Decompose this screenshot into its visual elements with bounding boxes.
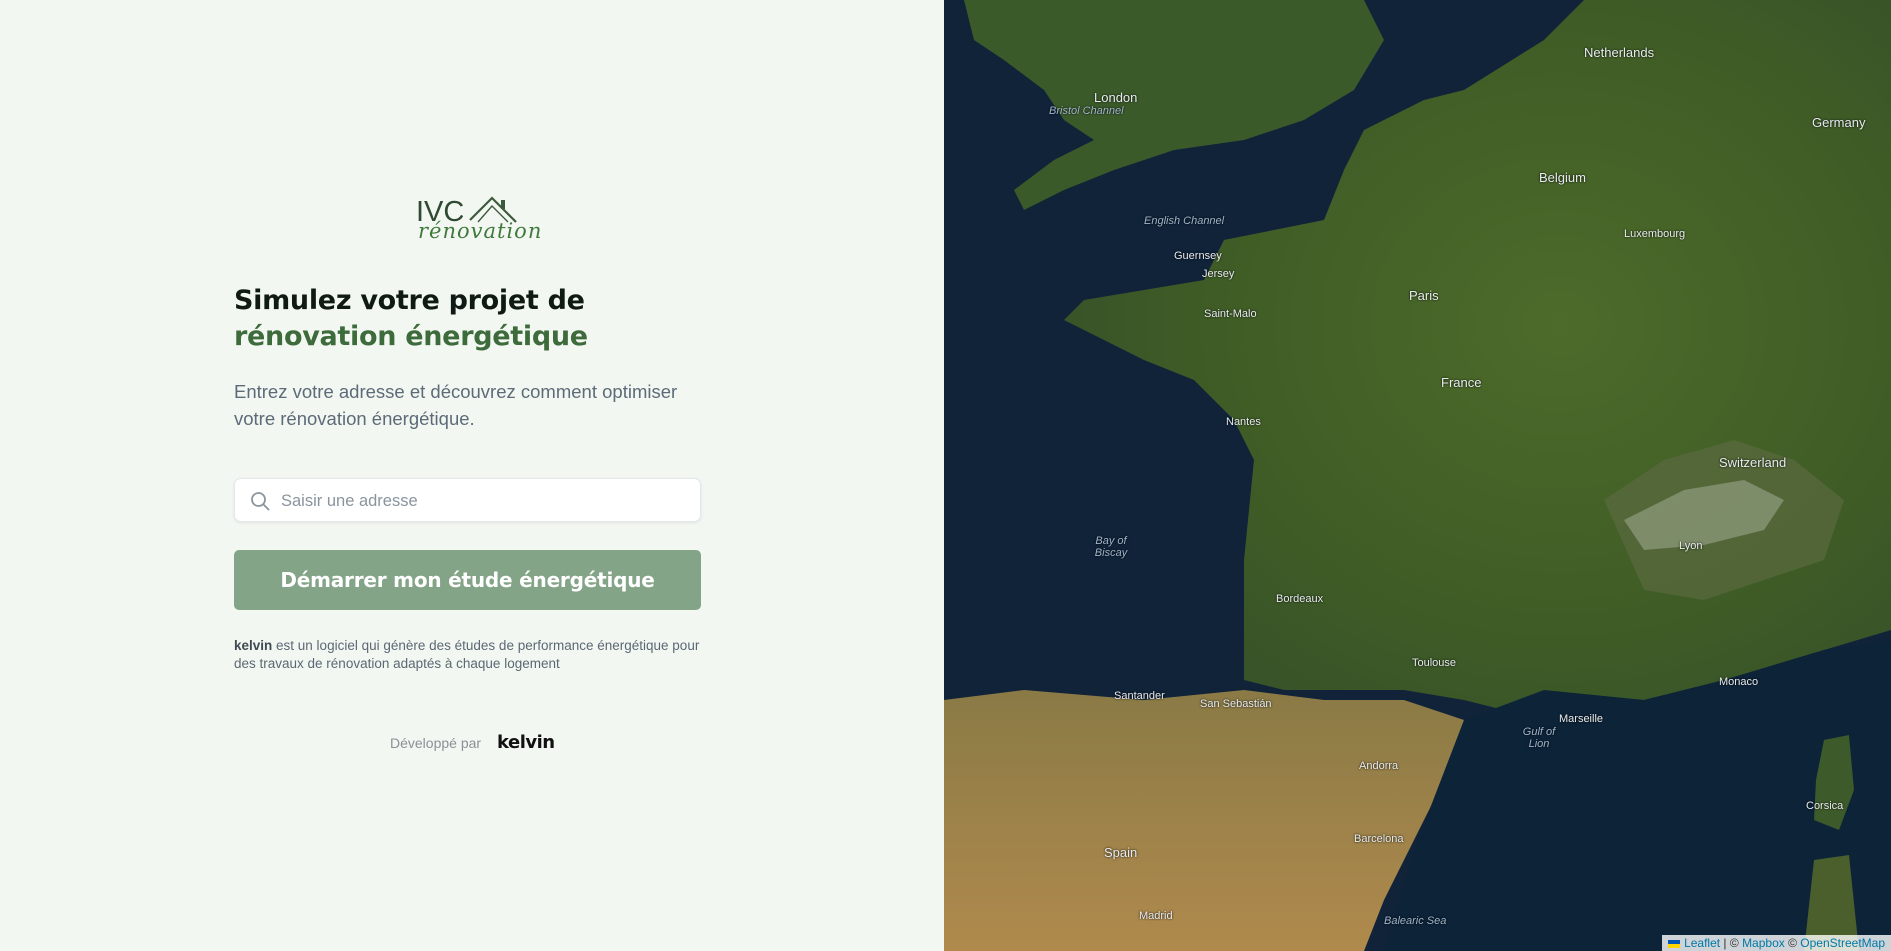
map-label-bristol-channel: Bristol Channel [1049,105,1124,117]
description-body: est un logiciel qui génère des études de… [234,638,700,671]
map-label-belgium: Belgium [1539,170,1586,185]
map-label-bordeaux: Bordeaux [1276,593,1324,605]
map-label-lyon: Lyon [1679,540,1703,552]
map-label-jersey: Jersey [1202,268,1235,280]
map-label-london: London [1094,90,1138,105]
map-attribution: Leaflet | © Mapbox © OpenStreetMap [1662,935,1891,951]
search-icon [251,492,270,511]
address-search[interactable] [234,478,701,523]
company-logo: IVC rénovation [414,188,541,244]
map-label-madrid: Madrid [1139,910,1173,922]
map-label-bay-of-biscay: Bay of Biscay [1094,535,1128,559]
kelvin-logo[interactable]: kelvin [497,732,555,753]
map-label-santander: Santander [1114,690,1165,702]
map-label-saint-malo: Saint-Malo [1204,308,1257,320]
page-title: Simulez votre projet de rénovation énerg… [234,283,588,355]
map-label-andorra: Andorra [1359,760,1399,772]
map-label-germany: Germany [1812,115,1866,130]
map-label-paris: Paris [1409,288,1439,303]
description-brand: kelvin [234,638,273,653]
map-label-switzerland: Switzerland [1719,455,1787,470]
osm-link[interactable]: OpenStreetMap [1800,936,1885,950]
developer-credit: Développé par kelvin [390,732,555,753]
intro-text: Entrez votre adresse et découvrez commen… [234,381,678,429]
title-line-2: rénovation énergétique [234,321,588,352]
map-label-spain: Spain [1104,845,1138,860]
credit-prefix: Développé par [390,735,482,751]
map-label-luxembourg: Luxembourg [1624,228,1686,240]
map-label-barcelona: Barcelona [1354,833,1404,845]
mapbox-link[interactable]: Mapbox [1742,936,1785,950]
address-input[interactable] [279,479,693,523]
satellite-map[interactable]: London Bristol Channel English Channel G… [944,0,1891,951]
left-panel: IVC rénovation Simulez votre projet de r… [0,0,944,951]
map-terrain [944,0,1891,951]
start-study-button[interactable]: Démarrer mon étude énergétique [234,550,701,610]
map-label-marseille: Marseille [1559,713,1604,725]
map-label-san-sebastian: San Sebastián [1200,698,1272,710]
leaflet-link[interactable]: Leaflet [1684,936,1720,950]
map-label-balearic-sea: Balearic Sea [1384,915,1447,927]
ukraine-flag-icon [1668,939,1681,948]
map-label-france: France [1441,375,1482,390]
map-label-monaco: Monaco [1719,676,1759,688]
title-line-1: Simulez votre projet de [234,285,585,316]
logo-subtext: rénovation [418,219,543,243]
map-label-netherlands: Netherlands [1584,45,1655,60]
map-label-guernsey: Guernsey [1174,250,1222,262]
description-text: kelvin est un logiciel qui génère des ét… [234,637,714,673]
map-label-corsica: Corsica [1806,800,1844,812]
map-label-toulouse: Toulouse [1412,657,1457,669]
map-label-english-channel: English Channel [1144,215,1225,227]
map-label-gulf-of-lion: Gulf of Lion [1522,726,1556,750]
map-label-nantes: Nantes [1226,416,1261,428]
